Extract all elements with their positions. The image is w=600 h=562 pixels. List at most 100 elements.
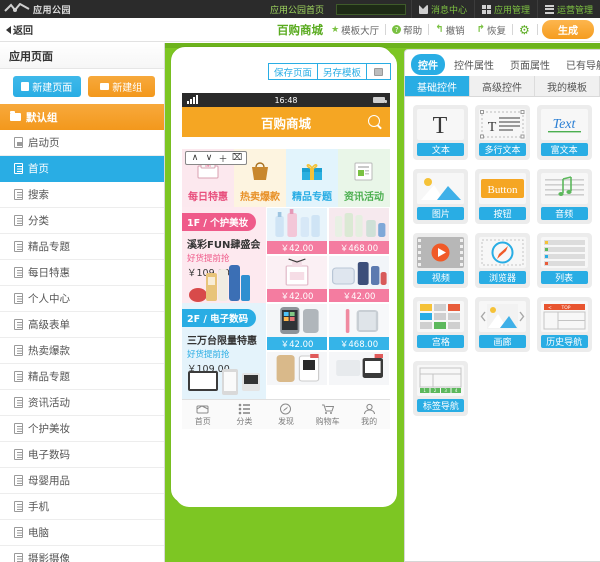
sidebar-item-16[interactable]: 摄影摄像	[0, 546, 164, 562]
product-cell[interactable]: ￥42.00	[266, 255, 328, 303]
sidebar-item-10[interactable]: 资讯活动	[0, 390, 164, 416]
undo-button[interactable]: ↰ 撤销	[429, 22, 470, 38]
sidebar-item-15[interactable]: 电脑	[0, 520, 164, 546]
phone-screen[interactable]: 16:48 百购商城 ∧ ∨ ＋ ⌧ MEI 每日特惠 热卖爆款 精品专题 资讯活动	[182, 93, 390, 475]
widget-7[interactable]: 浏览器	[472, 233, 534, 288]
floor-section-0[interactable]: 1F / 个护美妆溪彩FUN肆盛会好货提前抢￥109.00￥42.00￥468.…	[182, 207, 390, 303]
preview-action-buttons: 保存页面 另存模板	[267, 63, 391, 80]
topbar-home-link[interactable]: 应用公园首页	[263, 0, 331, 18]
topbar-item-messages[interactable]: 消息中心	[410, 0, 474, 18]
panel-subtab-2[interactable]: 我的模板	[535, 76, 600, 96]
panel-tab-1[interactable]: 控件属性	[447, 54, 501, 75]
back-button[interactable]: 返回	[0, 22, 33, 37]
category-tiles-row[interactable]: ∧ ∨ ＋ ⌧ MEI 每日特惠 热卖爆款 精品专题 资讯活动	[182, 149, 390, 207]
floor-banner[interactable]: 1F / 个护美妆溪彩FUN肆盛会好货提前抢￥109.00	[182, 207, 266, 303]
sidebar-item-12[interactable]: 电子数码	[0, 442, 164, 468]
global-topbar: 应用公园 应用公园首页 消息中心 应用管理 运营管理	[0, 0, 600, 18]
panel-tabs: 控件控件属性页面属性已有导航	[405, 50, 600, 76]
sidebar-item-14[interactable]: 手机	[0, 494, 164, 520]
delete-icon[interactable]: ⌧	[230, 152, 244, 164]
sidebar-item-4[interactable]: 精品专题	[0, 234, 164, 260]
topbar-item-operation-manage[interactable]: 运营管理	[536, 0, 600, 18]
help-button[interactable]: ? 帮助	[386, 22, 428, 38]
widget-2[interactable]: Text 富文本	[533, 105, 595, 160]
element-float-toolbar[interactable]: ∧ ∨ ＋ ⌧	[185, 151, 247, 165]
image-preview-icon	[374, 67, 383, 76]
preview-image-button[interactable]	[366, 63, 391, 80]
sidebar-item-6[interactable]: 个人中心	[0, 286, 164, 312]
new-page-button[interactable]: 新建页面	[13, 76, 81, 97]
product-cell[interactable]: ￥42.00	[328, 255, 390, 303]
widget-1[interactable]: T 多行文本	[472, 105, 534, 160]
generate-button[interactable]: 生成	[542, 20, 594, 39]
product-price: ￥468.00	[329, 337, 389, 350]
sidebar-item-2[interactable]: 搜索	[0, 182, 164, 208]
widget-9[interactable]: 宫格	[410, 297, 472, 352]
logo[interactable]: 应用公园	[0, 2, 72, 16]
sidebar-item-8[interactable]: 热卖爆款	[0, 338, 164, 364]
topbar-item-label: 应用管理	[493, 5, 530, 16]
settings-button[interactable]: ⚙	[513, 22, 537, 38]
bottom-nav-label: 购物车	[315, 416, 340, 426]
panel-tab-0[interactable]: 控件	[411, 54, 445, 75]
sidebar-item-13[interactable]: 母婴用品	[0, 468, 164, 494]
sidebar-item-0[interactable]: 启动页	[0, 130, 164, 156]
bottom-nav-item-0[interactable]: 首页	[182, 400, 224, 429]
sidebar-item-11[interactable]: 个护美妆	[0, 416, 164, 442]
widget-11[interactable]: TOP < 历史导航	[533, 297, 595, 352]
move-up-icon[interactable]: ∧	[188, 152, 202, 164]
search-icon[interactable]	[368, 115, 380, 127]
sidebar-item-label: 母婴用品	[28, 475, 70, 487]
template-hall-button[interactable]: ★ 模板大厅	[325, 22, 385, 38]
topbar-item-app-manage[interactable]: 应用管理	[473, 0, 537, 18]
sidebar-group-default[interactable]: 默认组	[0, 104, 164, 130]
floor-banner[interactable]: 2F / 电子数码 三万台限量特惠 好货提前抢 ￥109.00	[182, 303, 266, 399]
widget-grid: T 文本 T 多行文本 Text 富文本图片 Button 按钮 音频视频 浏览器 列表宫格 画廊 TO…	[405, 97, 600, 433]
product-cell[interactable]: ￥42.00	[266, 303, 328, 351]
product-cell[interactable]: ￥42.00	[266, 207, 328, 255]
topbar-search-input[interactable]	[335, 3, 406, 15]
sidebar-item-1[interactable]: 首页	[0, 156, 164, 182]
new-group-button[interactable]: 新建组	[87, 76, 155, 97]
sidebar-item-7[interactable]: 高级表单	[0, 312, 164, 338]
logo-text: 应用公园	[33, 5, 72, 16]
widget-0[interactable]: T 文本	[410, 105, 472, 160]
save-page-button[interactable]: 保存页面	[267, 63, 318, 80]
widget-label: 文本	[417, 143, 465, 156]
product-cell[interactable]	[328, 351, 390, 399]
floor-section-1[interactable]: 2F / 电子数码 三万台限量特惠 好货提前抢 ￥109.00 ￥42.00 ￥468.0…	[182, 303, 390, 399]
add-icon[interactable]: ＋	[216, 152, 230, 165]
bottom-nav-item-4[interactable]: 我的	[348, 400, 390, 429]
category-tile-3[interactable]: 资讯活动	[338, 149, 390, 207]
topbar-item-label: 消息中心	[430, 5, 467, 16]
sidebar-item-3[interactable]: 分类	[0, 208, 164, 234]
widget-8[interactable]: 列表	[533, 233, 595, 288]
product-cell[interactable]: ￥468.00	[328, 207, 390, 255]
bottom-nav-item-2[interactable]: 发现	[265, 400, 307, 429]
widget-card: 浏览器	[474, 233, 530, 288]
widget-10[interactable]: 画廊	[472, 297, 534, 352]
panel-tab-3[interactable]: 已有导航	[559, 54, 600, 75]
panel-subtab-0[interactable]: 基础控件	[405, 76, 470, 96]
status-time: 16:48	[274, 95, 298, 105]
bottom-nav-item-3[interactable]: 购物车	[307, 400, 349, 429]
bottom-nav-item-1[interactable]: 分类	[224, 400, 266, 429]
product-cell[interactable]: ￥468.00	[328, 303, 390, 351]
category-tile-2[interactable]: 精品专题	[286, 149, 338, 207]
sidebar-item-9[interactable]: 精品专题	[0, 364, 164, 390]
widget-4[interactable]: Button 按钮	[472, 169, 534, 224]
product-cell[interactable]	[266, 351, 328, 399]
panel-tab-2[interactable]: 页面属性	[503, 54, 557, 75]
widget-6[interactable]: 视频	[410, 233, 472, 288]
widget-3[interactable]: 图片	[410, 169, 472, 224]
widget-12[interactable]: 1 2 3 4 标签导航	[410, 361, 472, 416]
sidebar-item-5[interactable]: 每日特惠	[0, 260, 164, 286]
panel-subtab-1[interactable]: 高级控件	[470, 76, 535, 96]
widget-5[interactable]: 音频	[533, 169, 595, 224]
move-down-icon[interactable]: ∨	[202, 152, 216, 164]
svg-text:Button: Button	[488, 184, 518, 196]
help-label: 帮助	[403, 25, 423, 37]
redo-button[interactable]: ↱ 恢复	[471, 22, 512, 38]
gallery-icon	[478, 301, 526, 332]
save-template-button[interactable]: 另存模板	[316, 63, 367, 80]
